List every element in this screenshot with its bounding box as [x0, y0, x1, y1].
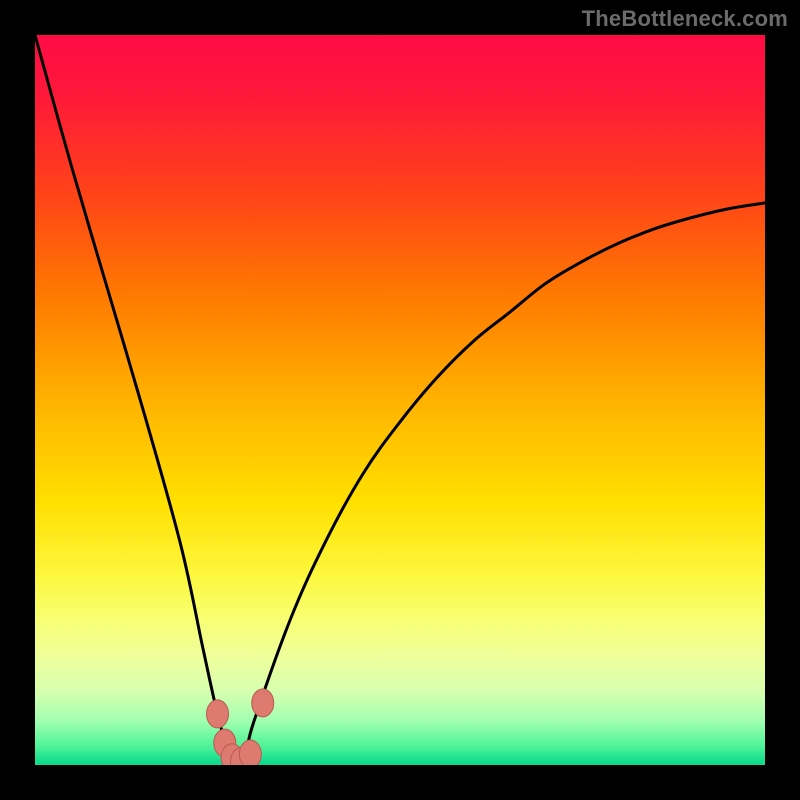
data-marker	[207, 700, 229, 728]
plot-area	[35, 35, 765, 765]
curve-group	[35, 35, 765, 765]
data-marker	[239, 740, 261, 765]
chart-frame: TheBottleneck.com	[0, 0, 800, 800]
watermark-text: TheBottleneck.com	[582, 6, 788, 32]
data-marker	[252, 689, 274, 717]
marker-group	[207, 689, 274, 765]
bottleneck-curve	[35, 35, 765, 765]
curve-layer	[35, 35, 765, 765]
